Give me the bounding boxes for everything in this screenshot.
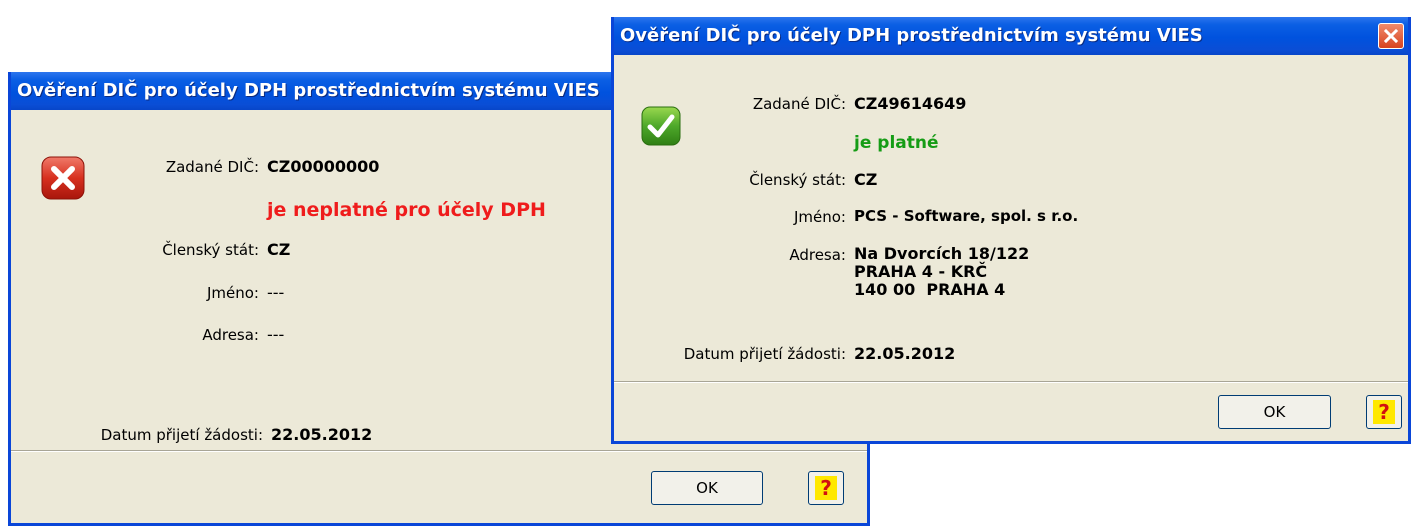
help-button[interactable]: ? [1366, 395, 1402, 429]
valid-vat-dialog: Ověření DIČ pro účely DPH prostřednictví… [611, 17, 1411, 444]
date-label: Datum přijetí žádosti: [100, 426, 263, 444]
date-label: Datum přijetí žádosti: [683, 345, 846, 363]
address-block: Na Dvorcích 18/122 PRAHA 4 - KRČ 140 00 … [854, 245, 1029, 299]
error-x-icon [41, 156, 85, 200]
country-label: Členský stát: [749, 171, 846, 189]
country-value: CZ [267, 240, 291, 259]
address-label: Adresa: [202, 326, 259, 344]
ok-button[interactable]: OK [651, 471, 763, 505]
help-icon: ? [1373, 400, 1395, 424]
help-button[interactable]: ? [808, 471, 844, 505]
close-button[interactable] [1378, 23, 1404, 49]
dialog-footer: OK ? [614, 381, 1408, 441]
country-label: Členský stát: [162, 241, 259, 259]
address-value: --- [267, 325, 285, 344]
vat-label: Zadané DIČ: [752, 95, 846, 113]
vat-value: CZ00000000 [267, 157, 380, 176]
address-line: PRAHA 4 - KRČ [854, 262, 988, 281]
name-value: PCS - Software, spol. s r.o. [854, 207, 1079, 225]
country-value: CZ [854, 170, 878, 189]
date-value: 22.05.2012 [854, 344, 956, 363]
success-check-icon [641, 106, 681, 146]
address-line: Na Dvorcích 18/122 [854, 244, 1030, 263]
name-value: --- [267, 283, 285, 302]
help-icon: ? [815, 476, 837, 500]
ok-button[interactable]: OK [1218, 395, 1331, 429]
dialog-title[interactable]: Ověření DIČ pro účely DPH prostřednictví… [614, 17, 1408, 55]
address-label: Adresa: [789, 246, 846, 264]
status-text: je platné [854, 133, 939, 153]
name-label: Jméno: [206, 284, 259, 302]
status-text: je neplatné pro účely DPH [267, 199, 546, 221]
date-value: 22.05.2012 [271, 425, 373, 444]
name-label: Jméno: [793, 208, 846, 226]
close-icon [1384, 29, 1398, 43]
address-line: 140 00 PRAHA 4 [854, 280, 1006, 299]
vat-label: Zadané DIČ: [165, 158, 259, 176]
dialog-footer: OK ? [11, 450, 867, 523]
vat-value: CZ49614649 [854, 94, 967, 113]
